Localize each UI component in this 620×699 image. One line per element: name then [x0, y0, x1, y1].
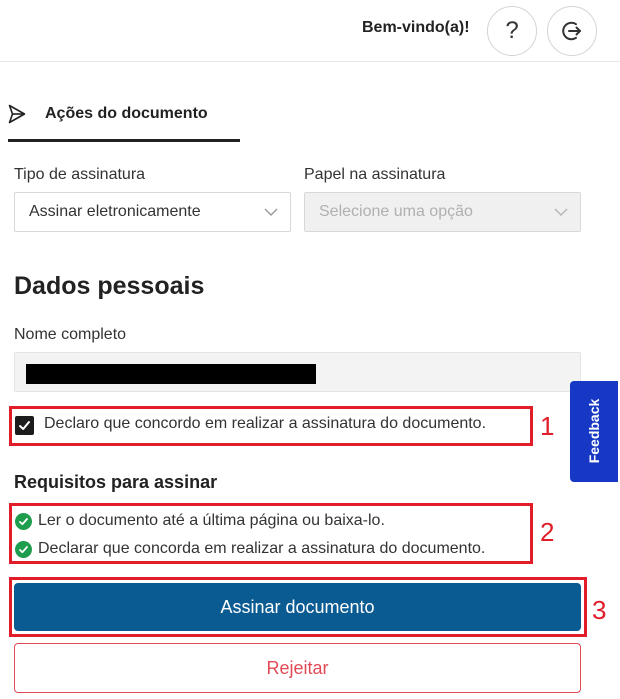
feedback-label: Feedback: [586, 398, 602, 464]
reject-button[interactable]: Rejeitar: [14, 643, 581, 693]
signature-type-label: Tipo de assinatura: [14, 166, 146, 183]
signature-type-value: Assinar eletronicamente: [29, 203, 201, 220]
tab-label: Ações do documento: [45, 105, 208, 122]
requirement-text: Declarar que concorda em realizar a assi…: [38, 540, 486, 557]
consent-text: Declaro que concordo em realizar a assin…: [44, 415, 487, 432]
feedback-tab[interactable]: Feedback: [570, 381, 618, 482]
chevron-down-icon: [554, 208, 568, 216]
annotation-number-3: 3: [592, 595, 607, 625]
signature-role-placeholder: Selecione uma opção: [319, 203, 473, 220]
logout-icon: [562, 21, 581, 41]
check-circle-icon: [15, 512, 32, 530]
chevron-down-icon: [264, 208, 278, 216]
question-icon: ?: [505, 17, 519, 44]
signature-role-label: Papel na assinatura: [304, 166, 446, 183]
signature-role-select[interactable]: Selecione uma opção: [304, 192, 581, 232]
full-name-label: Nome completo: [14, 326, 127, 343]
welcome-text: Bem-vindo(a)!: [362, 19, 470, 36]
tab-document-actions[interactable]: Ações do documento: [8, 98, 240, 142]
requirement-item: Ler o documento até a última página ou b…: [15, 512, 385, 530]
check-circle-icon: [15, 540, 32, 558]
consent-checkbox[interactable]: [15, 416, 34, 435]
sign-document-button[interactable]: Assinar documento: [14, 583, 581, 631]
top-header: Bem-vindo(a)! ?: [0, 0, 620, 62]
personal-data-title: Dados pessoais: [14, 272, 205, 300]
requirement-item: Declarar que concorda em realizar a assi…: [15, 540, 485, 558]
send-icon: [8, 104, 26, 124]
help-button[interactable]: ?: [487, 6, 537, 56]
requirements-title: Requisitos para assinar: [14, 472, 218, 492]
annotation-number-1: 1: [540, 411, 555, 441]
check-icon: [19, 421, 30, 430]
logout-button[interactable]: [547, 6, 597, 56]
full-name-field[interactable]: [14, 352, 581, 392]
requirement-text: Ler o documento até a última página ou b…: [38, 512, 385, 529]
signature-type-select[interactable]: Assinar eletronicamente: [14, 192, 291, 232]
annotation-number-2: 2: [540, 517, 555, 547]
redacted-value: [26, 364, 316, 384]
